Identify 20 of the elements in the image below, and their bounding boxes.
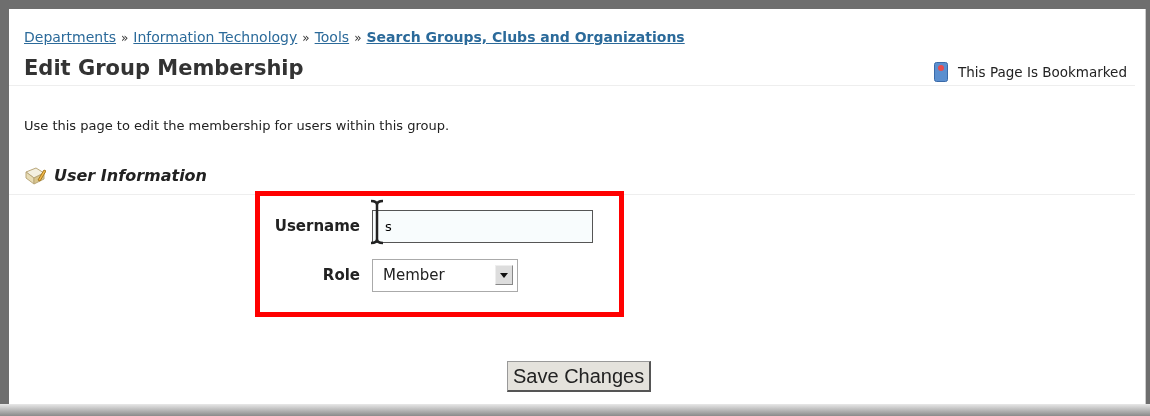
- breadcrumb-separator: »: [121, 31, 129, 45]
- breadcrumb-link[interactable]: Search Groups, Clubs and Organizations: [366, 29, 685, 45]
- notepad-icon: [24, 165, 46, 186]
- breadcrumb-link[interactable]: Departments: [24, 29, 116, 45]
- field-label: Role: [322, 264, 360, 286]
- breadcrumb-link[interactable]: Information Technology: [133, 29, 298, 45]
- role-dropdown[interactable]: Member: [372, 258, 518, 292]
- breadcrumb-separator: »: [302, 31, 310, 45]
- caret-icon: [500, 272, 508, 278]
- breadcrumb-link[interactable]: Tools: [314, 29, 350, 45]
- bookmark-icon: [934, 62, 949, 83]
- section-title: User Information: [54, 164, 207, 187]
- description-text: Use this page to edit the membership for users within this group.: [23, 117, 451, 136]
- username-field[interactable]: s: [372, 209, 593, 243]
- text-cursor-icon: [370, 198, 384, 245]
- bookmark-status: This Page Is Bookmarked: [958, 63, 1127, 82]
- field-label: Username: [274, 215, 360, 237]
- breadcrumb-separator: »: [354, 31, 362, 45]
- page-title: Edit Group Membership: [24, 56, 304, 82]
- save-button[interactable]: Save Changes: [507, 360, 652, 392]
